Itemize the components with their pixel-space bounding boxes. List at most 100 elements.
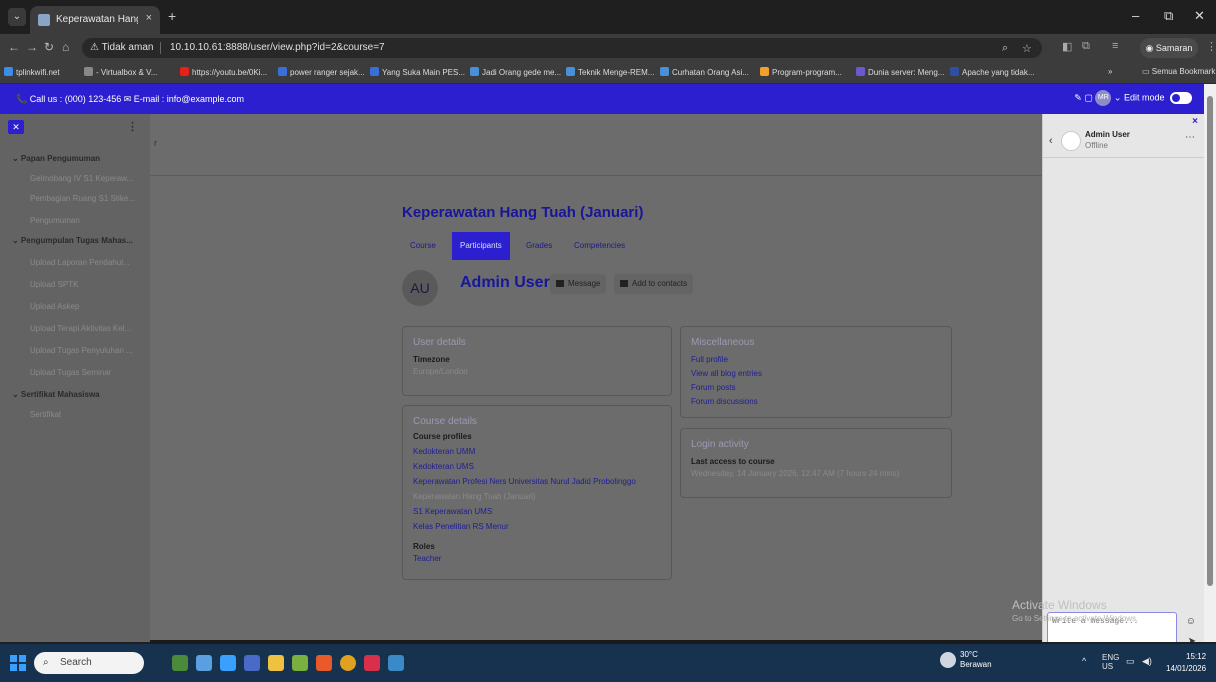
tab-participants[interactable]: Participants <box>452 232 510 260</box>
browser-tab[interactable]: Keperawatan Hang Tuah (Janu… × <box>30 6 160 34</box>
drawer-link[interactable]: Sertifikat <box>30 410 148 419</box>
home-icon[interactable]: ⌂ <box>62 40 69 54</box>
back-chevron-icon[interactable]: ‹ <box>1049 135 1053 147</box>
extensions-puzzle-icon[interactable]: ⧉ <box>1082 40 1090 53</box>
drawer-link[interactable]: Upload Laporan Pendahul... <box>30 258 148 267</box>
forward-icon[interactable]: → <box>26 40 38 54</box>
section-papan-pengumuman[interactable]: ⌄ Papan Pengumuman <box>12 154 162 163</box>
file-explorer-icon[interactable] <box>268 655 284 671</box>
url-input[interactable]: ⚠ Tidak aman 10.10.10.61:8888/user/view.… <box>82 38 1042 58</box>
reading-list-icon[interactable]: ≡ <box>1112 40 1118 52</box>
bookmark-item[interactable]: Program-program... <box>760 67 842 77</box>
bookmark-item[interactable]: Curhatan Orang Asi... <box>660 67 749 77</box>
drawer-link[interactable]: Pengumuman <box>30 216 148 225</box>
drawer-link[interactable]: Upload Tugas Seminar <box>30 368 148 377</box>
bookmark-item[interactable]: Dunia server: Meng... <box>856 67 944 77</box>
send-icon[interactable]: ➤ <box>1188 636 1196 642</box>
new-tab-button[interactable]: + <box>168 8 176 24</box>
drawer-link[interactable]: Upload Tugas Penyuluhan ... <box>30 346 148 355</box>
app-icon[interactable] <box>364 655 380 671</box>
emoji-icon[interactable]: ☺ <box>1186 616 1196 627</box>
windows-taskbar: ⌕ Search 30°C Berawan ^ ENG US ▭ ◀) 15:12… <box>0 644 1216 682</box>
language-indicator[interactable]: ENG US <box>1102 653 1119 671</box>
drawer-link[interactable]: Gelmobang IV S1 Keperaw... <box>30 174 148 183</box>
scrollbar-thumb[interactable] <box>1207 96 1213 586</box>
back-icon[interactable]: ← <box>8 40 20 54</box>
tab-close-icon[interactable]: × <box>146 12 152 24</box>
course-link[interactable]: S1 Keperawatan UMS <box>413 507 492 516</box>
edge-icon[interactable] <box>220 655 236 671</box>
bookmark-star-icon[interactable]: ☆ <box>1022 42 1032 55</box>
drawer-link[interactable]: Upload Askep <box>30 302 148 311</box>
tray-overflow-icon[interactable]: ^ <box>1082 656 1086 666</box>
message-button[interactable]: Message <box>550 274 607 294</box>
course-link[interactable]: Kelas Penelitian RS Menur <box>413 522 509 531</box>
messages-icon[interactable]: ▢ <box>1084 92 1095 102</box>
app-icon[interactable] <box>292 655 308 671</box>
app-icon[interactable] <box>316 655 332 671</box>
tab-grades[interactable]: Grades <box>518 232 560 260</box>
add-to-contacts-button[interactable]: Add to contacts <box>614 274 694 294</box>
tab-search-button[interactable]: ⌄ <box>8 8 26 26</box>
section-pengumpulan-tugas[interactable]: ⌄ Pengumpulan Tugas Mahas... <box>12 236 162 245</box>
course-link[interactable]: Kedokteran UMM <box>413 447 475 456</box>
full-profile-link[interactable]: Full profile <box>691 355 728 364</box>
profile-button[interactable]: ◉ Samaran <box>1140 38 1198 58</box>
settings-icon[interactable] <box>244 655 260 671</box>
drawer-link[interactable]: Upload Terapi Aktivitas Kel... <box>30 324 148 333</box>
tab-course[interactable]: Course <box>402 232 444 260</box>
browser-menu-icon[interactable]: ⋮ <box>1206 40 1216 53</box>
maximize-button[interactable]: ⧉ <box>1164 8 1173 24</box>
chevron-down-icon[interactable]: ⌄ <box>1114 92 1122 102</box>
drawer-link[interactable]: Upload SPTK <box>30 280 148 289</box>
blog-entries-link[interactable]: View all blog entries <box>691 369 762 378</box>
edit-mode-label: Edit mode <box>1123 92 1165 103</box>
minimize-button[interactable]: – <box>1132 8 1139 23</box>
section-sertifikat[interactable]: ⌄ Sertifikat Mahasiswa <box>12 390 162 399</box>
bookmark-item[interactable]: Yang Suka Main PES... <box>370 67 465 77</box>
activate-windows-subtitle: Go to Settings to activate Windows. <box>1012 614 1139 623</box>
extension-icon[interactable]: ◧ <box>1062 40 1072 53</box>
task-view-icon[interactable] <box>196 655 212 671</box>
widgets-icon[interactable] <box>172 655 188 671</box>
windows-start-icon[interactable] <box>10 655 26 671</box>
drawer-link[interactable]: Pembagian Ruang S1 Stike... <box>30 194 148 203</box>
taskbar-search[interactable]: ⌕ Search <box>34 652 144 674</box>
system-clock[interactable]: 15:12 14/01/2026 <box>1166 651 1206 675</box>
notifications-icon[interactable]: ✎ <box>1074 92 1082 102</box>
bookmarks-more-button[interactable]: » <box>1108 67 1112 76</box>
edit-mode-toggle[interactable] <box>1170 92 1192 104</box>
page-scrollbar[interactable] <box>1204 84 1216 642</box>
app-icon[interactable] <box>388 655 404 671</box>
security-warning[interactable]: ⚠ Tidak aman <box>90 42 153 53</box>
bookmark-item[interactable]: Jadi Orang gede me... <box>470 67 561 77</box>
close-window-button[interactable]: ✕ <box>1194 8 1205 24</box>
bookmark-item[interactable]: https://youtu.be/0Ki... <box>180 67 267 77</box>
volume-icon[interactable]: ◀) <box>1142 656 1152 667</box>
network-icon[interactable]: ▭ <box>1126 656 1135 667</box>
bookmark-favicon-icon <box>760 67 769 76</box>
forum-posts-link[interactable]: Forum posts <box>691 383 735 392</box>
all-bookmarks-button[interactable]: ▭ Semua Bookmark <box>1142 67 1215 76</box>
role-link[interactable]: Teacher <box>413 554 441 563</box>
bookmark-item[interactable]: Apache yang tidak... <box>950 67 1035 77</box>
bookmark-favicon-icon <box>950 67 959 76</box>
zoom-icon[interactable]: ⌕ <box>1002 42 1008 55</box>
bookmark-item[interactable]: tplinkwifi.net <box>4 67 60 77</box>
chrome-icon[interactable] <box>340 655 356 671</box>
bookmark-item[interactable]: - Virtualbox & V... <box>84 67 157 77</box>
course-link[interactable]: Keperawatan Profesi Ners Universitas Nur… <box>413 477 636 486</box>
drawer-menu-icon[interactable]: ⋮ <box>127 120 138 133</box>
reload-icon[interactable]: ↻ <box>44 40 54 54</box>
bookmark-item[interactable]: Teknik Menge-REM... <box>566 67 654 77</box>
user-avatar[interactable]: MR <box>1095 90 1112 106</box>
forum-discussions-link[interactable]: Forum discussions <box>691 397 758 406</box>
more-options-icon[interactable]: ⋯ <box>1185 132 1195 143</box>
bookmark-item[interactable]: power ranger sejak... <box>278 67 365 77</box>
conversation-user-name[interactable]: Admin User <box>1085 130 1130 139</box>
course-link[interactable]: Kedokteran UMS <box>413 462 474 471</box>
close-drawer-button[interactable]: ✕ <box>8 120 24 134</box>
main-content: r Keperawatan Hang Tuah (Januari) Course… <box>150 114 1042 642</box>
weather-widget[interactable]: 30°C Berawan <box>940 650 992 670</box>
tab-competencies[interactable]: Competencies <box>566 232 633 260</box>
